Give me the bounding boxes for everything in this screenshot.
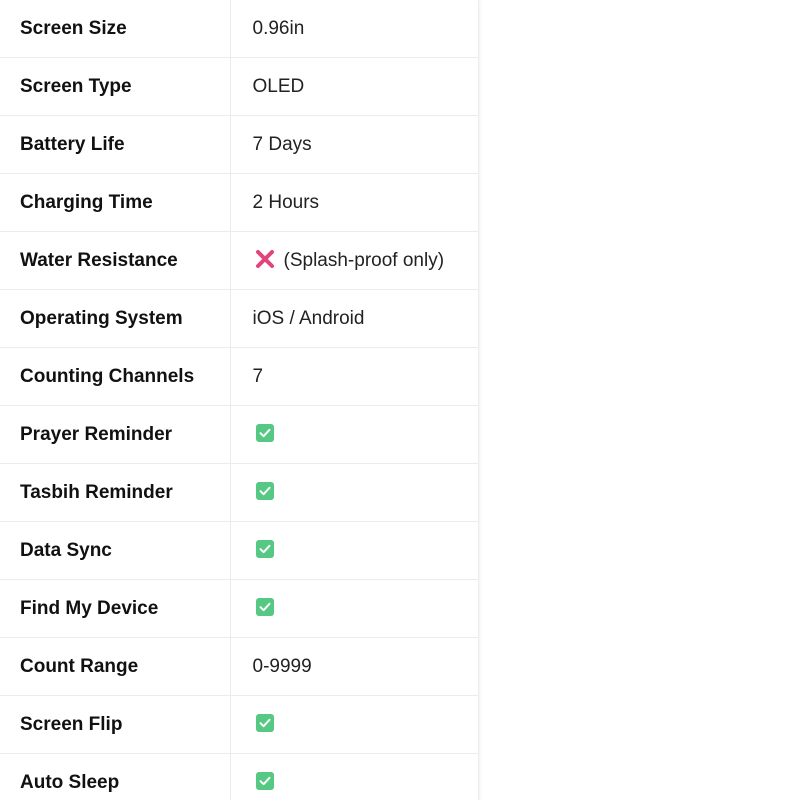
table-row: Battery Life 7 Days bbox=[0, 115, 478, 174]
spec-label: Tasbih Reminder bbox=[0, 463, 231, 522]
table-row: Charging Time 2 Hours bbox=[0, 173, 478, 232]
spec-label: Find My Device bbox=[0, 579, 231, 638]
table-row: Count Range 0-9999 bbox=[0, 637, 478, 696]
spec-value: OLED bbox=[230, 57, 478, 116]
spec-value-cell: (Splash-proof only) bbox=[230, 231, 478, 290]
spec-value-cell bbox=[230, 521, 478, 580]
spec-value: 7 bbox=[230, 347, 478, 406]
table-row: Screen Flip bbox=[0, 695, 478, 754]
spec-label: Data Sync bbox=[0, 521, 231, 580]
table-row: Water Resistance (Splash-proof only) bbox=[0, 231, 478, 290]
check-icon bbox=[255, 771, 274, 790]
spec-label: Screen Flip bbox=[0, 695, 231, 754]
spec-value: 2 Hours bbox=[230, 173, 478, 232]
spec-label: Count Range bbox=[0, 637, 231, 696]
check-icon bbox=[255, 597, 274, 616]
spec-page: Screen Size 0.96in Screen Type OLED Batt… bbox=[0, 0, 800, 800]
spec-value: 0.96in bbox=[230, 0, 478, 58]
spec-label: Auto Sleep bbox=[0, 753, 231, 800]
spec-value: (Splash-proof only) bbox=[283, 249, 445, 271]
table-row: Screen Size 0.96in bbox=[0, 0, 478, 58]
table-row: Operating System iOS / Android bbox=[0, 289, 478, 348]
table-row: Tasbih Reminder bbox=[0, 463, 478, 522]
table-row: Data Sync bbox=[0, 521, 478, 580]
spec-value: 7 Days bbox=[230, 115, 478, 174]
spec-label: Battery Life bbox=[0, 115, 231, 174]
spec-value-cell bbox=[230, 695, 478, 754]
spec-value: 0-9999 bbox=[230, 637, 478, 696]
spec-value-cell bbox=[230, 463, 478, 522]
check-icon bbox=[255, 423, 274, 442]
spec-label: Screen Size bbox=[0, 0, 231, 58]
spec-label: Water Resistance bbox=[0, 231, 231, 290]
table-row: Screen Type OLED bbox=[0, 57, 478, 116]
spec-value-cell bbox=[230, 405, 478, 464]
spec-label: Screen Type bbox=[0, 57, 231, 116]
cross-icon bbox=[255, 249, 275, 269]
spec-table: Screen Size 0.96in Screen Type OLED Batt… bbox=[0, 0, 478, 800]
spec-label: Charging Time bbox=[0, 173, 231, 232]
check-icon bbox=[255, 481, 274, 500]
table-row: Prayer Reminder bbox=[0, 405, 478, 464]
check-icon bbox=[255, 713, 274, 732]
spec-label: Counting Channels bbox=[0, 347, 231, 406]
table-row: Counting Channels 7 bbox=[0, 347, 478, 406]
spec-value-cell bbox=[230, 579, 478, 638]
table-row: Find My Device bbox=[0, 579, 478, 638]
table-row: Auto Sleep bbox=[0, 753, 478, 800]
spec-value-cell bbox=[230, 753, 478, 800]
spec-label: Prayer Reminder bbox=[0, 405, 231, 464]
table-right-border bbox=[478, 0, 479, 800]
spec-label: Operating System bbox=[0, 289, 231, 348]
spec-value: iOS / Android bbox=[230, 289, 478, 348]
check-icon bbox=[255, 539, 274, 558]
